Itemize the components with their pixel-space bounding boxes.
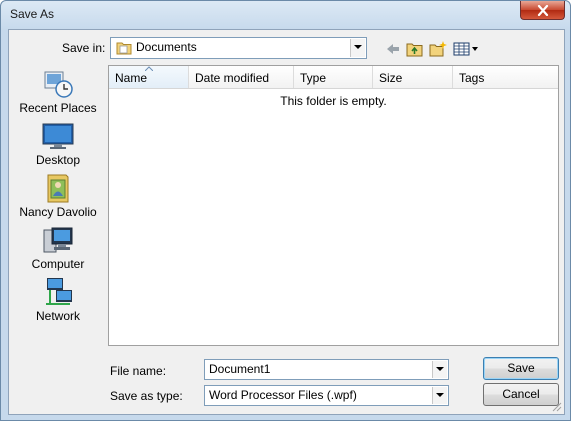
column-header-row: Name Date modified Type Size Tags xyxy=(109,66,558,89)
views-menu-icon[interactable] xyxy=(453,40,479,58)
new-folder-icon[interactable] xyxy=(429,40,447,58)
save-as-dialog: Save As Save in: Documents Recent Places… xyxy=(0,0,571,421)
desktop-icon xyxy=(42,123,74,149)
close-button[interactable] xyxy=(520,1,565,20)
window-title: Save As xyxy=(10,7,55,21)
computer-icon xyxy=(43,227,73,253)
save-in-combo[interactable]: Documents xyxy=(110,37,367,59)
column-date-label: Date modified xyxy=(195,71,270,85)
column-date-modified[interactable]: Date modified xyxy=(189,66,294,88)
back-arrow-icon[interactable] xyxy=(385,40,401,58)
places-bar: Recent Places Desktop Nancy Davolio Comp… xyxy=(13,61,103,353)
place-label: Computer xyxy=(31,257,85,271)
column-size-label: Size xyxy=(379,71,403,85)
close-icon xyxy=(537,5,549,16)
resize-grip-icon[interactable] xyxy=(550,400,562,412)
column-size[interactable]: Size xyxy=(373,66,453,88)
place-recent-places[interactable]: Recent Places xyxy=(13,68,103,118)
column-tags-label: Tags xyxy=(459,71,485,85)
dialog-body: Save in: Documents Recent Places Desktop… xyxy=(8,29,565,415)
place-network[interactable]: Network xyxy=(13,276,103,326)
up-folder-icon[interactable] xyxy=(406,40,424,58)
column-tags[interactable]: Tags xyxy=(453,66,558,88)
save-as-type-select[interactable]: Word Processor Files (.wpf) xyxy=(204,385,449,406)
file-name-label: File name: xyxy=(110,364,167,378)
file-name-combo[interactable]: Document1 xyxy=(204,359,449,380)
file-list[interactable]: Name Date modified Type Size Tags This f… xyxy=(108,65,559,346)
save-as-type-value: Word Processor Files (.wpf) xyxy=(209,388,357,402)
chevron-down-icon[interactable] xyxy=(432,387,447,404)
sort-ascending-icon xyxy=(145,66,153,71)
save-as-type-label: Save as type: xyxy=(110,389,183,403)
place-label: Network xyxy=(35,309,80,323)
chevron-down-icon[interactable] xyxy=(350,39,365,57)
recent-places-icon xyxy=(44,71,73,98)
user-folder-icon xyxy=(47,174,69,203)
place-label: Nancy Davolio xyxy=(19,205,97,219)
save-in-value: Documents xyxy=(136,40,197,54)
place-computer[interactable]: Computer xyxy=(13,224,103,274)
place-desktop[interactable]: Desktop xyxy=(13,120,103,170)
place-label: Desktop xyxy=(35,153,81,167)
network-icon xyxy=(46,278,72,305)
place-nancy-davolio[interactable]: Nancy Davolio xyxy=(13,172,103,222)
column-type-label: Type xyxy=(300,71,327,85)
file-name-input[interactable]: Document1 xyxy=(209,362,270,376)
column-type[interactable]: Type xyxy=(294,66,373,88)
title-bar[interactable]: Save As xyxy=(1,1,570,29)
column-name[interactable]: Name xyxy=(109,66,189,88)
column-name-label: Name xyxy=(115,71,148,85)
chevron-down-icon[interactable] xyxy=(432,361,447,378)
empty-folder-message: This folder is empty. xyxy=(280,94,387,108)
save-in-label: Save in: xyxy=(62,41,106,55)
folder-icon xyxy=(116,42,132,55)
save-button[interactable]: Save xyxy=(483,357,559,380)
cancel-button[interactable]: Cancel xyxy=(483,383,559,406)
place-label: Recent Places xyxy=(19,101,97,115)
